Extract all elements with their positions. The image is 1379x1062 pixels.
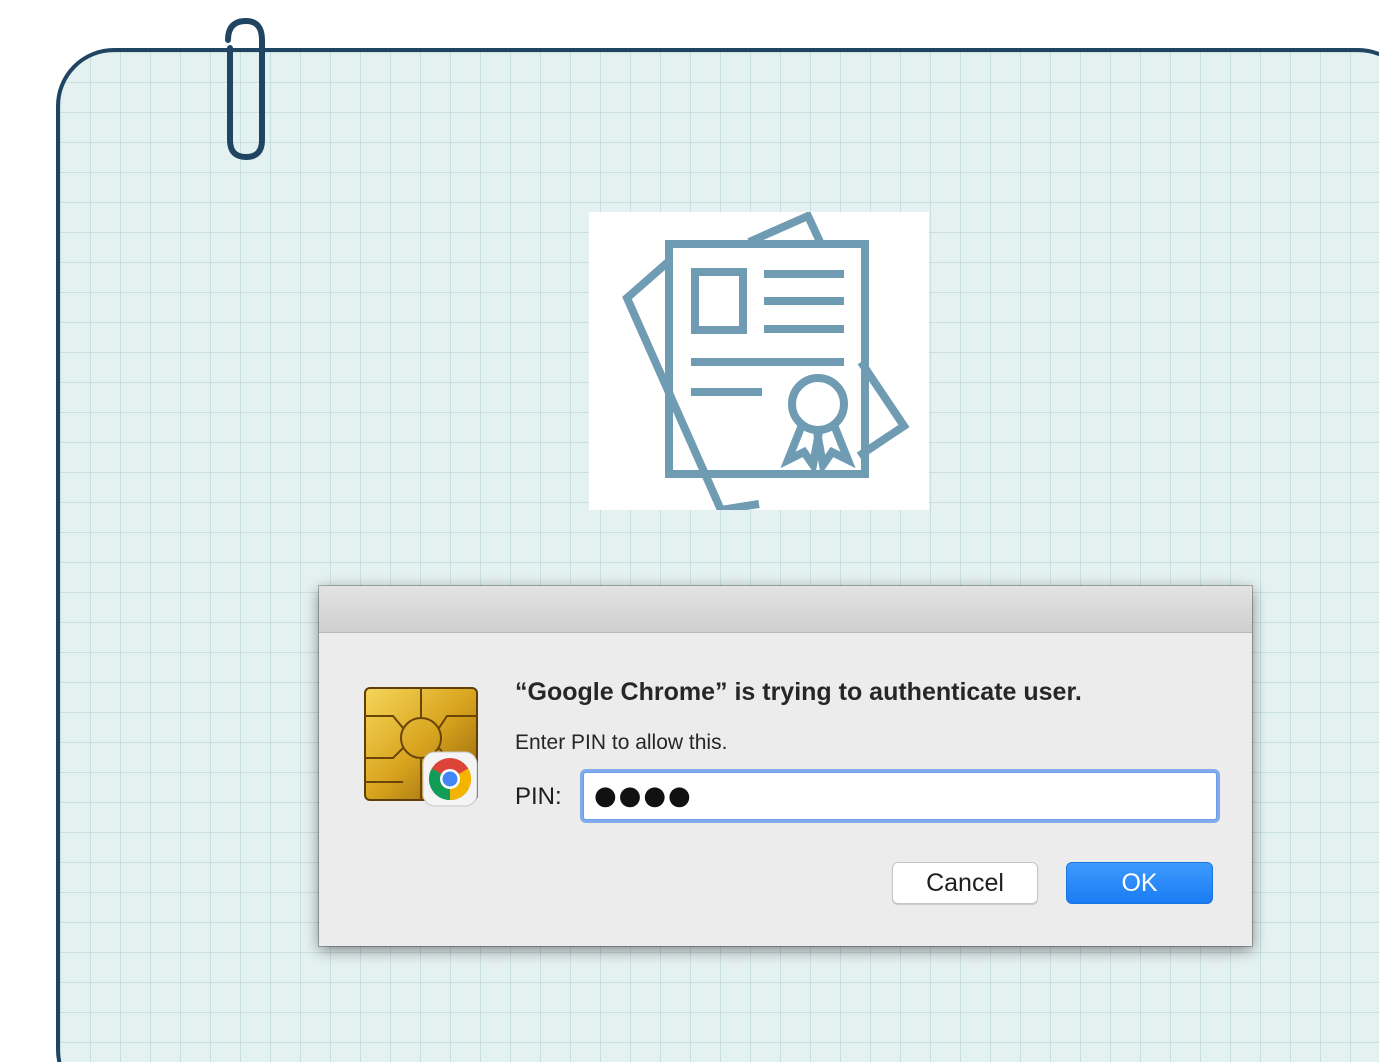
cancel-button[interactable]: Cancel xyxy=(892,862,1038,904)
certificate-document-icon xyxy=(589,212,929,510)
auth-dialog: “Google Chrome” is trying to authenticat… xyxy=(319,586,1252,946)
ok-button[interactable]: OK xyxy=(1066,862,1213,904)
pin-input[interactable]: ●●●● xyxy=(583,772,1217,820)
page: “Google Chrome” is trying to authenticat… xyxy=(0,0,1379,1062)
chrome-logo-icon xyxy=(421,750,479,808)
smart-card-chip-icon xyxy=(363,686,481,808)
pin-label: PIN: xyxy=(515,783,562,810)
dialog-message: Enter PIN to allow this. xyxy=(515,731,728,754)
paperclip-icon xyxy=(206,12,286,172)
dialog-title: “Google Chrome” is trying to authenticat… xyxy=(515,678,1082,706)
dialog-titlebar[interactable] xyxy=(319,586,1252,633)
